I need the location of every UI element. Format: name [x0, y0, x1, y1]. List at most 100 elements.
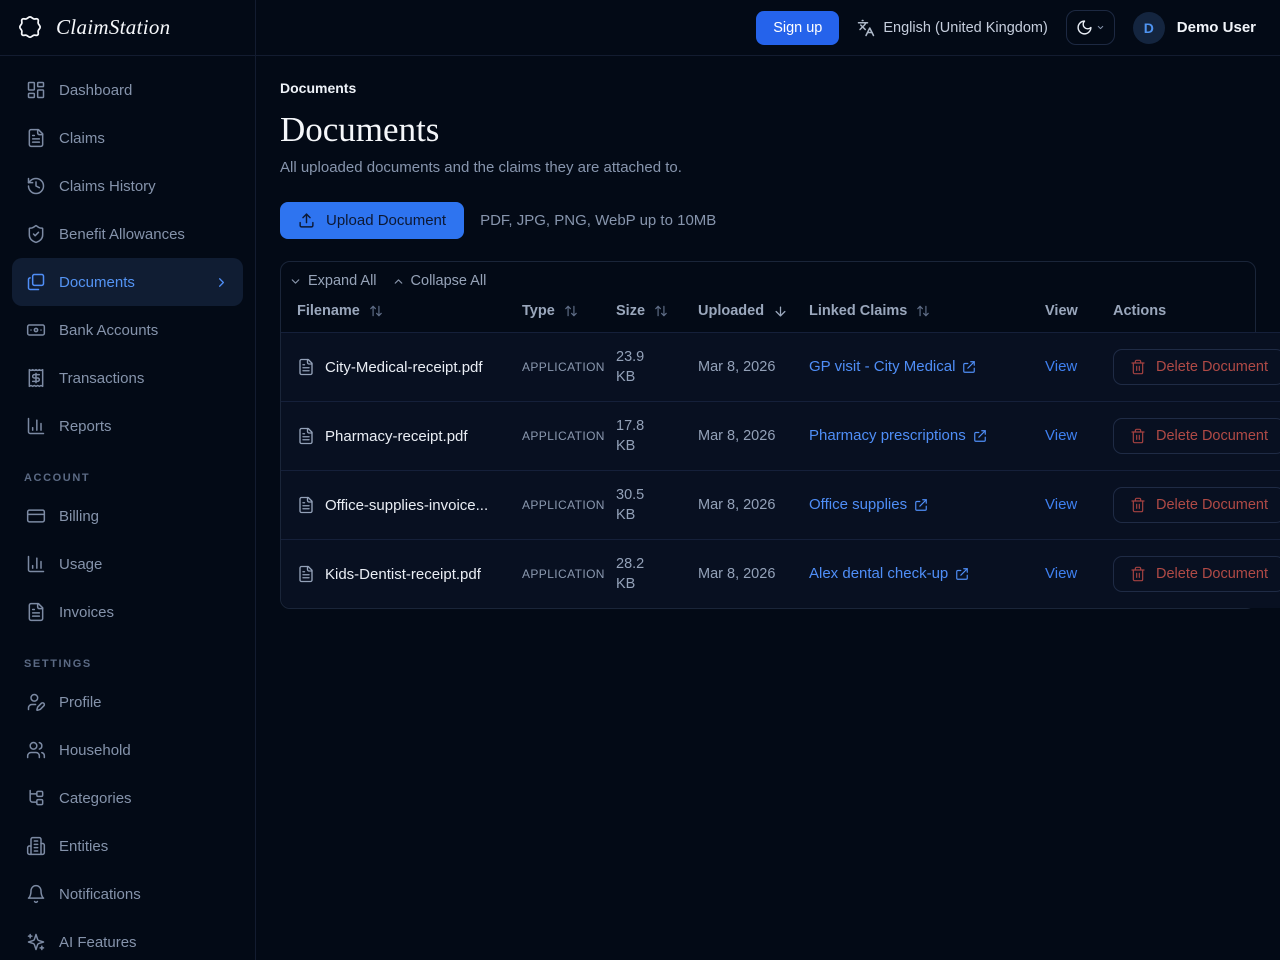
documents-icon [26, 272, 46, 292]
column-header-filename[interactable]: Filename [297, 303, 522, 319]
collapse-all-label: Collapse All [411, 273, 487, 289]
sidebar-item-label: Documents [59, 274, 135, 291]
column-header-view: View [1045, 303, 1113, 319]
file-size: 28.2 KB [616, 554, 666, 595]
sidebar-item-categories[interactable]: Categories [12, 774, 243, 822]
upload-row: Upload Document PDF, JPG, PNG, WebP up t… [280, 202, 1280, 239]
sidebar-item-transactions[interactable]: Transactions [12, 354, 243, 402]
table-row: Office-supplies-invoice... APPLICATION 3… [281, 470, 1280, 539]
sidebar-item-invoices[interactable]: Invoices [12, 588, 243, 636]
filename: Kids-Dentist-receipt.pdf [325, 566, 481, 583]
external-link-icon [955, 567, 969, 581]
sidebar-item-ai-features[interactable]: AI Features [12, 918, 243, 960]
delete-document-button[interactable]: Delete Document [1113, 487, 1280, 523]
uploaded-date: Mar 8, 2026 [698, 428, 809, 444]
view-link[interactable]: View [1045, 427, 1077, 444]
main-content: Documents Documents All uploaded documen… [256, 56, 1280, 960]
column-header-size[interactable]: Size [616, 303, 698, 319]
language-selector[interactable]: English (United Kingdom) [857, 19, 1047, 37]
page-subtitle: All uploaded documents and the claims th… [280, 159, 1280, 176]
sidebar-item-label: Billing [59, 508, 99, 525]
view-link[interactable]: View [1045, 496, 1077, 513]
upload-hint: PDF, JPG, PNG, WebP up to 10MB [480, 212, 716, 229]
sidebar-item-label: Household [59, 742, 131, 759]
users-icon [26, 740, 46, 760]
brand-name: ClaimStation [56, 15, 170, 40]
sidebar-section-account: ACCOUNT [12, 450, 243, 492]
column-header-actions: Actions [1113, 303, 1280, 319]
moon-icon [1076, 19, 1093, 36]
upload-document-button[interactable]: Upload Document [280, 202, 464, 239]
trash-icon [1130, 497, 1146, 513]
sign-up-button[interactable]: Sign up [756, 11, 839, 45]
linked-claim-link[interactable]: Alex dental check-up [809, 565, 969, 582]
sidebar-item-label: Claims [59, 130, 105, 147]
breadcrumb: Documents [280, 80, 1280, 96]
file-type: APPLICATION [522, 360, 616, 374]
sidebar-item-profile[interactable]: Profile [12, 678, 243, 726]
sidebar-item-usage[interactable]: Usage [12, 540, 243, 588]
delete-document-button[interactable]: Delete Document [1113, 556, 1280, 592]
sidebar-item-claims[interactable]: Claims [12, 114, 243, 162]
claimstation-logo[interactable]: ClaimStation [0, 0, 256, 56]
chevron-down-icon [289, 275, 302, 288]
uploaded-date: Mar 8, 2026 [698, 359, 809, 375]
sidebar-item-notifications[interactable]: Notifications [12, 870, 243, 918]
file-icon [297, 427, 315, 445]
delete-document-button[interactable]: Delete Document [1113, 418, 1280, 454]
sidebar-item-entities[interactable]: Entities [12, 822, 243, 870]
top-bar: Sign up English (United Kingdom) D Demo … [256, 0, 1280, 56]
building-icon [26, 836, 46, 856]
sidebar: Dashboard Claims Claims History Benefit … [0, 56, 256, 960]
sidebar-item-label: Categories [59, 790, 132, 807]
filename: City-Medical-receipt.pdf [325, 359, 483, 376]
sidebar-item-bank-accounts[interactable]: Bank Accounts [12, 306, 243, 354]
file-size: 30.5 KB [616, 485, 666, 526]
credit-card-icon [26, 506, 46, 526]
uploaded-date: Mar 8, 2026 [698, 497, 809, 513]
sidebar-item-label: Reports [59, 418, 112, 435]
trash-icon [1130, 359, 1146, 375]
sidebar-item-label: Transactions [59, 370, 144, 387]
filename: Pharmacy-receipt.pdf [325, 428, 468, 445]
history-icon [26, 176, 46, 196]
sidebar-item-claims-history[interactable]: Claims History [12, 162, 243, 210]
linked-claim-link[interactable]: Pharmacy prescriptions [809, 427, 987, 444]
sidebar-section-settings: SETTINGS [12, 636, 243, 678]
sidebar-item-reports[interactable]: Reports [12, 402, 243, 450]
sidebar-item-household[interactable]: Household [12, 726, 243, 774]
column-header-linked-claims[interactable]: Linked Claims [809, 303, 1045, 319]
view-link[interactable]: View [1045, 358, 1077, 375]
sidebar-item-label: Benefit Allowances [59, 226, 185, 243]
chevron-up-icon [392, 275, 405, 288]
chevron-down-icon [1096, 23, 1105, 32]
documents-table: Filename Type Size Uploaded [281, 290, 1280, 608]
file-text-icon [26, 128, 46, 148]
sort-updown-icon [654, 304, 668, 318]
view-link[interactable]: View [1045, 565, 1077, 582]
upload-button-label: Upload Document [326, 212, 446, 229]
collapse-all-button[interactable]: Collapse All [392, 273, 487, 289]
sidebar-item-label: Profile [59, 694, 102, 711]
sidebar-item-billing[interactable]: Billing [12, 492, 243, 540]
table-header-row: Filename Type Size Uploaded [281, 290, 1280, 332]
sidebar-item-documents[interactable]: Documents [12, 258, 243, 306]
languages-icon [857, 19, 875, 37]
uploaded-date: Mar 8, 2026 [698, 566, 809, 582]
theme-toggle-button[interactable] [1066, 10, 1115, 45]
file-type: APPLICATION [522, 429, 616, 443]
expand-all-button[interactable]: Expand All [289, 273, 377, 289]
linked-claim-link[interactable]: GP visit - City Medical [809, 358, 976, 375]
delete-document-button[interactable]: Delete Document [1113, 349, 1280, 385]
user-menu[interactable]: D Demo User [1133, 12, 1256, 44]
column-header-uploaded[interactable]: Uploaded [698, 303, 809, 319]
sidebar-item-benefit-allowances[interactable]: Benefit Allowances [12, 210, 243, 258]
sidebar-item-dashboard[interactable]: Dashboard [12, 66, 243, 114]
tree-icon [26, 788, 46, 808]
column-header-type[interactable]: Type [522, 303, 616, 319]
sidebar-item-label: Claims History [59, 178, 156, 195]
linked-claim-link[interactable]: Office supplies [809, 496, 928, 513]
table-row: Pharmacy-receipt.pdf APPLICATION 17.8 KB… [281, 401, 1280, 470]
bar-chart-icon [26, 416, 46, 436]
upload-icon [298, 212, 315, 229]
